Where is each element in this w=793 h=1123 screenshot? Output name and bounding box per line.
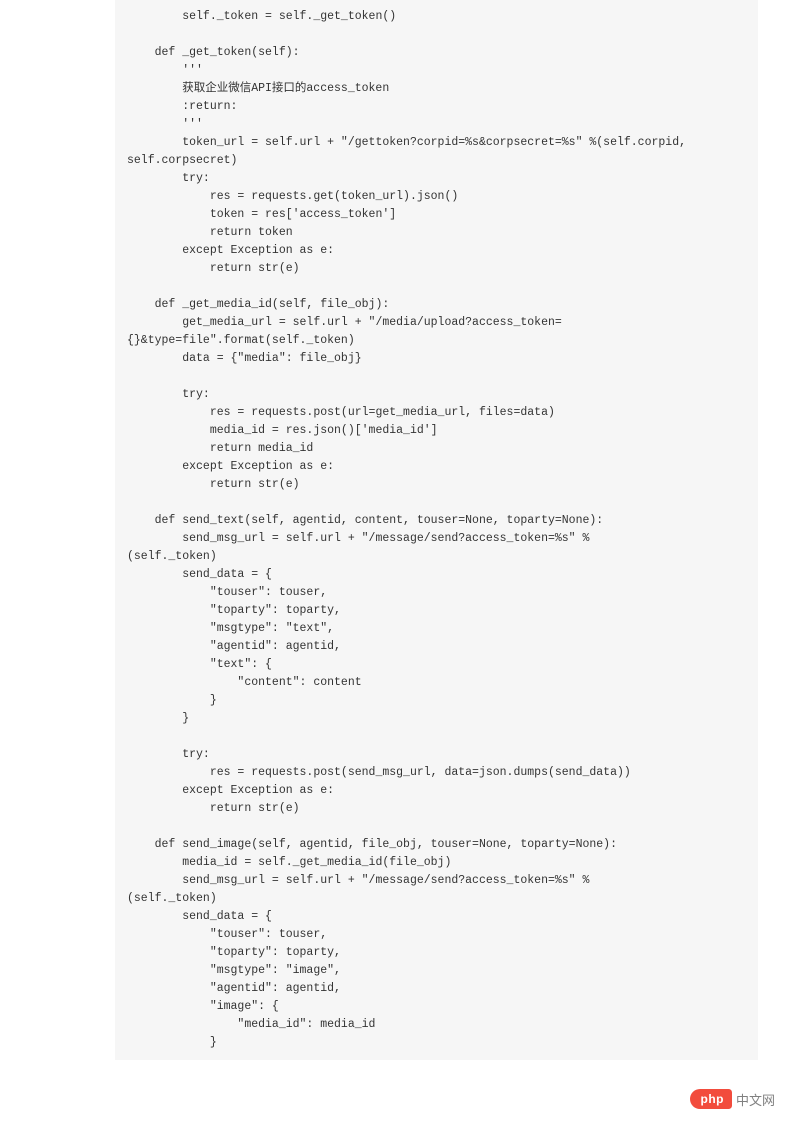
php-badge-icon: php (690, 1089, 732, 1109)
watermark: php 中文网 (690, 1089, 775, 1109)
watermark-text: 中文网 (736, 1090, 775, 1109)
code-block: self._token = self._get_token() def _get… (115, 0, 758, 1060)
